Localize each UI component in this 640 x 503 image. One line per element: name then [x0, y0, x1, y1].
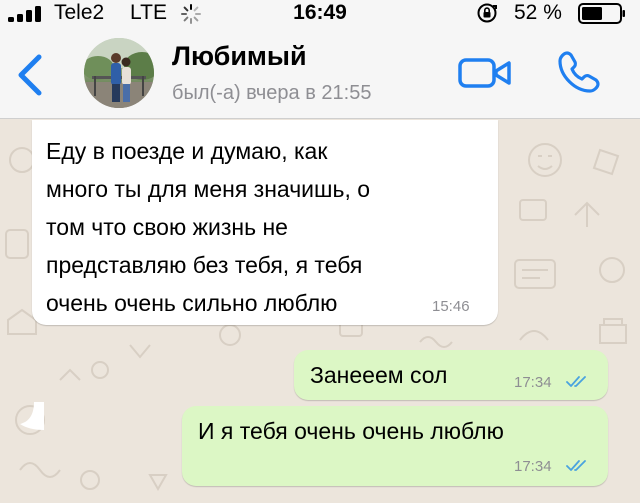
battery-percentage: 52 % — [514, 1, 562, 24]
contact-avatar[interactable] — [84, 38, 154, 108]
message-list[interactable]: Еду в поезде и думаю, как много ты для м… — [0, 120, 640, 503]
status-bar: Tele2 LTE 16:49 52 % — [0, 0, 640, 26]
outgoing-message-bubble[interactable]: Занееем сол 17:34 — [294, 350, 608, 400]
last-seen-status: был(-а) вчера в 21:55 — [172, 82, 372, 104]
outgoing-message-bubble[interactable]: И я тебя очень очень люблю 17:34 — [182, 406, 608, 486]
contact-name[interactable]: Любимый — [172, 41, 307, 72]
back-chevron-icon[interactable] — [14, 54, 46, 96]
message-text: Еду в поезде и думаю, как много ты для м… — [46, 138, 371, 316]
rotation-lock-icon — [477, 3, 497, 23]
video-call-icon[interactable] — [458, 56, 512, 90]
message-text: И я тебя очень очень люблю — [198, 418, 504, 444]
message-text: Занееем сол — [310, 362, 448, 388]
message-timestamp: 17:34 — [514, 458, 552, 475]
message-timestamp: 17:34 — [514, 374, 552, 391]
battery-icon — [578, 3, 625, 24]
incoming-bubble-tail — [20, 402, 44, 430]
chat-header: Любимый был(-а) вчера в 21:55 — [0, 26, 640, 119]
message-timestamp: 15:46 — [432, 298, 470, 315]
phone-call-icon[interactable] — [556, 49, 602, 95]
incoming-message-bubble[interactable]: Еду в поезде и думаю, как много ты для м… — [32, 120, 498, 325]
read-receipt-icon — [566, 376, 586, 387]
avatar-photo — [84, 38, 154, 108]
read-receipt-icon — [566, 460, 586, 471]
